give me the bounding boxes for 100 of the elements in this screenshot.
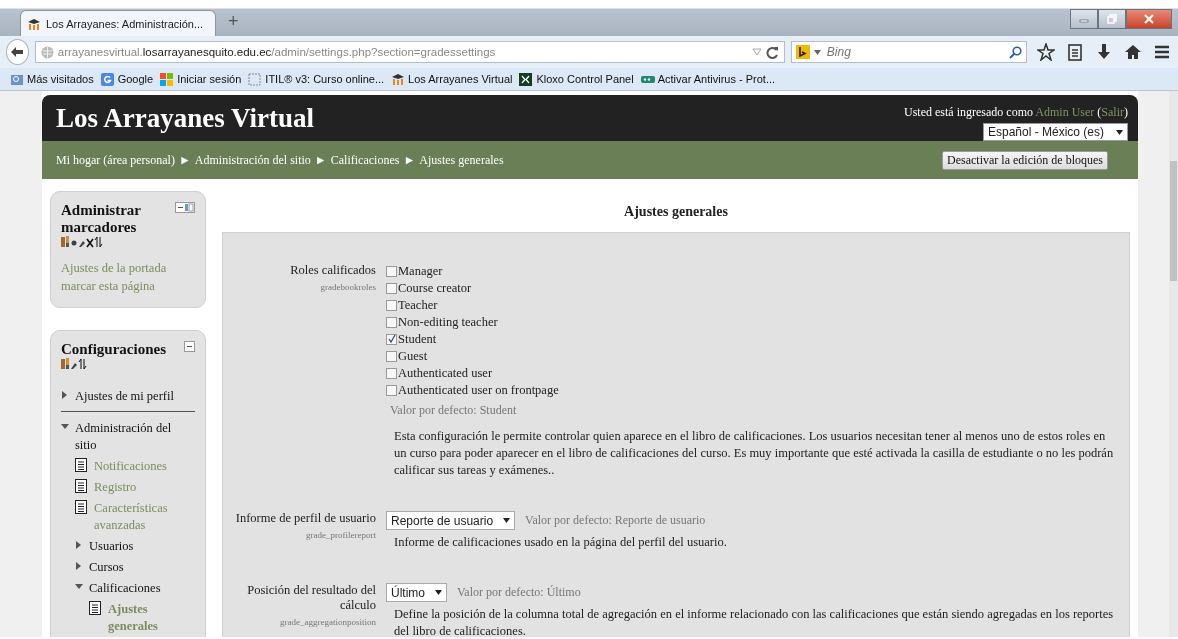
dropdown-icon [1116, 129, 1123, 135]
checkbox[interactable] [386, 317, 397, 328]
user-link[interactable]: Admin User [1035, 105, 1095, 119]
site-title[interactable]: Los Arrayanes Virtual [56, 103, 314, 141]
checkbox-label: Non-editing teacher [398, 314, 498, 331]
checkbox[interactable] [386, 266, 397, 277]
tree-item[interactable]: Ajustes de mi perfil [75, 388, 174, 405]
default-value: Valor por defecto: Último [457, 585, 581, 600]
bookmark-link[interactable]: Iniciar sesión [177, 73, 242, 85]
scrollbar[interactable] [1169, 91, 1178, 637]
tree-item[interactable]: Calificaciones [89, 580, 161, 597]
globe-icon [40, 45, 54, 59]
url-text: arrayanesvirtual.losarrayanesquito.edu.ec/admin/settings.php?section=gradessettings [57, 46, 497, 58]
setting-name: grade_profilereport [306, 530, 376, 540]
language-select[interactable]: Español - México (es) [982, 123, 1128, 141]
checkbox-label: Guest [398, 348, 428, 365]
star-icon[interactable] [1037, 43, 1056, 61]
setting-name: grade_aggregationposition [280, 617, 376, 627]
page-heading: Ajustes generales [623, 204, 729, 220]
bookmark-folder-icon [10, 72, 24, 86]
checkbox-label: Authenticated user [398, 365, 493, 382]
document-icon [89, 601, 102, 615]
setting-label: Posición del resultado del cálculo [246, 583, 376, 613]
breadcrumb-separator: ► [314, 152, 327, 168]
setting-description: Informe de calificaciones usado en la página del perfil del usuario. [394, 534, 728, 551]
search-icon [1008, 45, 1022, 59]
breadcrumb-link[interactable]: Calificaciones [330, 152, 400, 168]
setting-select[interactable]: Reporte de usuario [386, 511, 516, 530]
tree-item[interactable]: Administración del sitio [75, 420, 195, 454]
checkbox[interactable] [386, 351, 397, 362]
expand-arrow-icon[interactable] [75, 541, 83, 549]
document-icon [75, 479, 88, 493]
graduation-cap-icon [27, 17, 41, 30]
minimize-button[interactable] [1070, 9, 1098, 29]
setting-description: Esta configuración le permite controlar quien aparece en el libro de calificaciones. Los usuarios necesitan tener al menos uno de estos roles en un curso para poder aparecer en el libro de calificaciones del curso. Es muy importante que esté activada la casilla de estudiante o no les podrán calificar sus tareas y exámenes.. [394, 428, 1115, 479]
setting-select[interactable]: Último [386, 583, 447, 602]
checkbox-label: Student [398, 331, 437, 348]
dropdown-icon [503, 518, 511, 523]
dropdown-icon [435, 590, 442, 595]
menu-icon[interactable] [1153, 43, 1172, 61]
graduation-cap-icon [391, 72, 406, 86]
breadcrumb-link[interactable]: Ajustes generales [419, 152, 504, 168]
checkbox[interactable] [386, 385, 397, 396]
breadcrumb-separator: ► [403, 152, 416, 168]
expand-arrow-icon[interactable] [75, 562, 83, 570]
bookmark-link[interactable]: Kloxo Control Panel [536, 73, 634, 85]
breadcrumb-separator: ► [178, 152, 191, 168]
setting-name: gradebookroles [320, 282, 376, 292]
restore-icon [1107, 14, 1117, 24]
browser-tab[interactable]: Los Arrayanes: Administración... [20, 10, 216, 36]
checkbox-label: Teacher [398, 297, 438, 314]
expand-arrow-icon[interactable] [75, 583, 83, 591]
scrollbar-thumb[interactable] [1170, 161, 1177, 281]
expand-arrow-icon[interactable] [61, 391, 69, 399]
dock-icon[interactable] [175, 202, 195, 213]
block-actions-icon[interactable] [61, 236, 105, 248]
block-actions-icon[interactable] [61, 358, 89, 370]
tree-item[interactable]: Usuarios [89, 538, 134, 555]
checkbox-label: Authenticated user on frontpage [398, 382, 559, 399]
close-icon [1144, 14, 1154, 24]
bookmark-link[interactable]: Más visitados [27, 73, 94, 85]
checkbox[interactable] [386, 368, 397, 379]
address-bar[interactable]: arrayanesvirtual.losarrayanesquito.edu.ec/admin/settings.php?section=gradessettings [34, 41, 785, 63]
clipboard-icon[interactable] [1066, 43, 1085, 61]
user-link[interactable]: Salir [1101, 105, 1124, 119]
back-button[interactable] [6, 39, 29, 65]
block-title: Administrar marcadores [61, 202, 142, 236]
close-button[interactable] [1126, 9, 1172, 29]
breadcrumb-link[interactable]: Administración del sitio [194, 152, 311, 168]
checkbox-label: Course creator [398, 280, 472, 297]
reload-icon[interactable] [765, 45, 779, 59]
search-field[interactable]: Bing [790, 41, 1027, 63]
default-value: Valor por defecto: Reporte de usuario [525, 513, 706, 528]
document-icon [75, 458, 88, 472]
expand-arrow-icon[interactable] [61, 423, 69, 431]
setting-description: Define la posición de la columna total de agregación en el informe relacionado con las calificaciones que están siendo agregadas en los reportes del libro de calificaciones. [394, 606, 1115, 637]
checkbox[interactable] [386, 334, 397, 345]
checkbox[interactable] [386, 283, 397, 294]
restore-button[interactable] [1098, 9, 1126, 29]
bookmark-link[interactable]: Google [117, 73, 154, 85]
dotted-square-icon [248, 72, 263, 86]
tree-item[interactable]: Cursos [89, 559, 124, 576]
blocks-edit-button[interactable]: Desactivar la edición de bloques [942, 150, 1108, 170]
back-arrow-icon [10, 46, 25, 58]
bookmark-link[interactable]: Activar Antivirus - Prot... [657, 73, 776, 85]
checkbox[interactable] [386, 300, 397, 311]
bookmark-link[interactable]: Los Arrayanes Virtual [408, 73, 513, 85]
default-value: Valor por defecto: Student [390, 403, 518, 418]
document-icon [75, 500, 88, 514]
login-info: Usted está ingresado como Admin User (Salir) [904, 105, 1128, 120]
bookmark-link[interactable]: ITIL® v3: Curso online... [265, 73, 385, 85]
breadcrumb-link[interactable]: Mi hogar (área personal) [56, 152, 175, 168]
checkbox-label: Manager [398, 263, 443, 280]
home-icon[interactable] [1124, 43, 1143, 61]
new-tab-button[interactable]: + [224, 11, 243, 32]
dropdown-icon [813, 49, 821, 55]
setting-label: Roles calificados [290, 263, 376, 278]
block-title: Configuraciones [61, 341, 166, 358]
setting-label: Informe de perfil de usuario [235, 511, 376, 526]
collapse-icon[interactable] [184, 341, 195, 352]
